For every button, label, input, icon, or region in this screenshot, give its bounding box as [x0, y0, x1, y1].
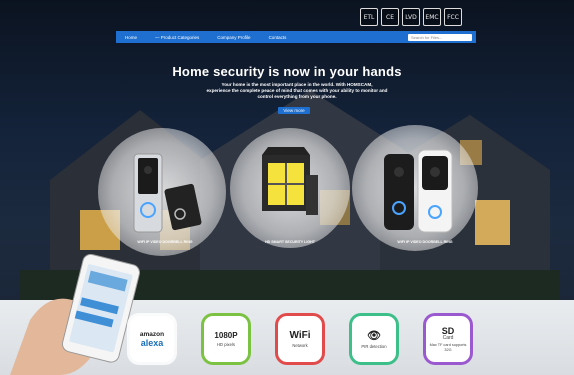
doorbell-product-image	[133, 153, 202, 233]
product-label: WIFI IP VIDEO DOORBELL RING	[397, 240, 453, 244]
hero-headline: Home security is now in your hands	[172, 64, 402, 79]
hero-subtext-line: control everything from your phone.	[257, 94, 337, 100]
phone-in-hand-image	[10, 253, 140, 375]
sd-card-icon: SD	[441, 325, 455, 336]
nav-item-company-profile[interactable]: Company Profile	[217, 35, 250, 40]
nav-bar: Home — Product Categories Company Profil…	[116, 31, 476, 43]
cert-mark: FCC	[444, 8, 462, 26]
feature-badge-alexa: amazon alexa	[130, 316, 174, 362]
badge-caption: HD pixels	[217, 342, 235, 347]
badge-title: alexa	[140, 337, 164, 348]
badge-title: WiFi	[289, 330, 311, 341]
cert-mark: ETL	[360, 8, 378, 26]
view-more-button[interactable]: View more	[278, 107, 310, 114]
cert-mark: CE	[381, 8, 399, 26]
doorbell-pair-image	[384, 149, 453, 233]
page: ETL CE LVD EMC FCC Home — Product Catego…	[0, 0, 574, 375]
badge-caption: Network	[292, 343, 308, 348]
nav-item-product-categories[interactable]: — Product Categories	[155, 35, 199, 40]
certification-marks: ETL CE LVD EMC FCC	[360, 8, 462, 26]
nav-item-home[interactable]: Home	[125, 35, 137, 40]
product-label: WIFI IP VIDEO DOORBELL RING	[137, 240, 193, 244]
product-label: HD SMART SECURITY LIGHT	[265, 240, 315, 244]
feature-badge-1080p: 1080P HD pixels	[204, 316, 248, 362]
feature-badge-wifi: WiFi Network	[278, 316, 322, 362]
badge-title: 1080P	[214, 331, 238, 340]
cert-mark: EMC	[423, 8, 441, 26]
cert-mark: LVD	[402, 8, 420, 26]
badge-caption: Max TF card supports 32G	[429, 342, 467, 352]
eye-icon: 👁	[367, 330, 381, 342]
security-light-image	[262, 147, 318, 215]
search-input[interactable]: Search for Files...	[408, 33, 472, 41]
badge-title: Card	[442, 334, 454, 341]
hero-subtext: Your home is the most important place in…	[187, 82, 407, 101]
feature-badge-pir: 👁 PIR detection	[352, 316, 396, 362]
feature-badge-sd: SD Card Max TF card supports 32G	[426, 316, 470, 362]
nav-item-contacts[interactable]: Contacts	[269, 35, 287, 40]
badge-title: amazon	[139, 330, 165, 338]
badge-caption: PIR detection	[361, 344, 387, 349]
